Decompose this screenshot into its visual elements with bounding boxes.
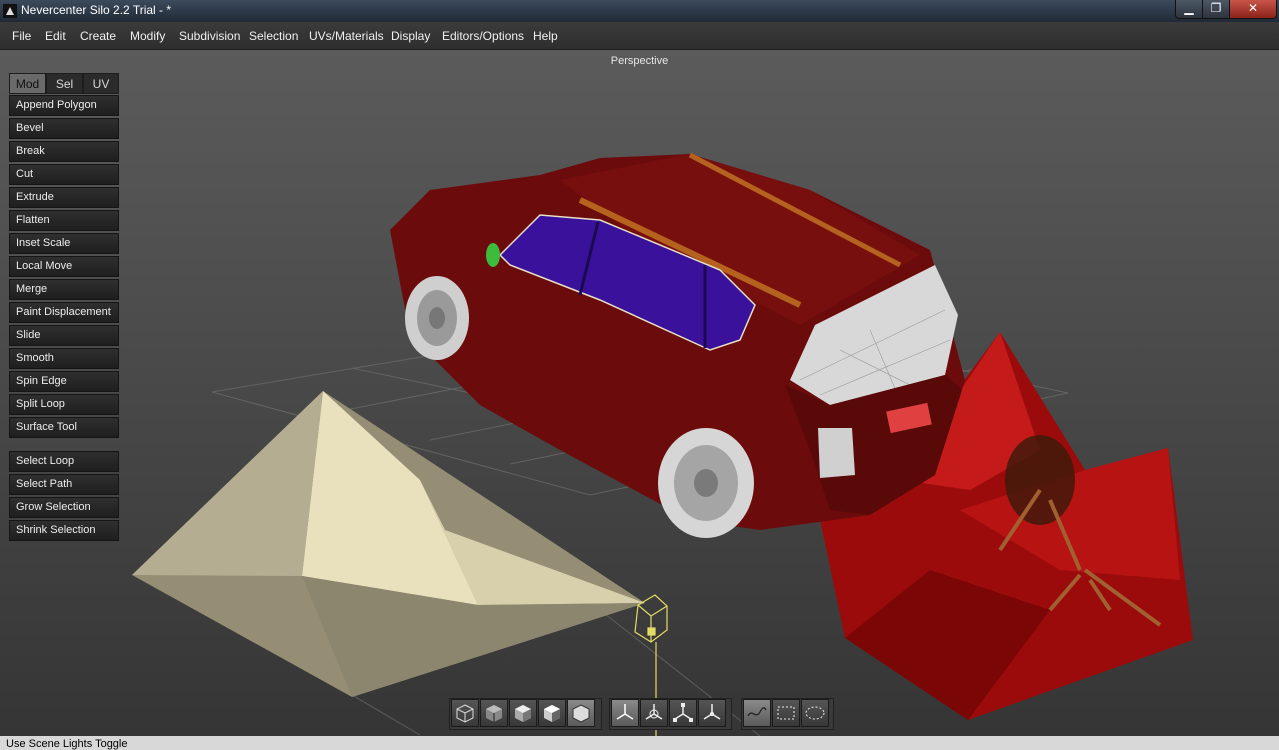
grow-selection-button[interactable]: Grow Selection bbox=[9, 497, 119, 518]
menu-file[interactable]: File bbox=[12, 29, 31, 43]
perspective-viewport[interactable]: Perspective bbox=[0, 50, 1279, 736]
spin-edge-button[interactable]: Spin Edge bbox=[9, 371, 119, 392]
status-bar: Use Scene Lights Toggle bbox=[0, 736, 1279, 750]
menu-editors-options[interactable]: Editors/Options bbox=[442, 29, 524, 43]
menu-help[interactable]: Help bbox=[533, 29, 558, 43]
smooth-cube-icon[interactable] bbox=[538, 699, 566, 727]
inset-scale-button[interactable]: Inset Scale bbox=[9, 233, 119, 254]
flatten-button[interactable]: Flatten bbox=[9, 210, 119, 231]
slide-button[interactable]: Slide bbox=[9, 325, 119, 346]
close-button[interactable]: ✕ bbox=[1229, 0, 1277, 19]
merge-button[interactable]: Merge bbox=[9, 279, 119, 300]
shrink-selection-button[interactable]: Shrink Selection bbox=[9, 520, 119, 541]
mode-tabs: Mod Sel UV bbox=[9, 73, 119, 94]
cut-button[interactable]: Cut bbox=[9, 164, 119, 185]
local-move-button[interactable]: Local Move bbox=[9, 256, 119, 277]
select-path-button[interactable]: Select Path bbox=[9, 474, 119, 495]
scene-render bbox=[132, 152, 1193, 736]
bevel-button[interactable]: Bevel bbox=[9, 118, 119, 139]
rotate-manipulator-icon[interactable] bbox=[640, 699, 668, 727]
scale-manipulator-icon[interactable] bbox=[669, 699, 697, 727]
flat-cube-icon[interactable] bbox=[480, 699, 508, 727]
tab-mod[interactable]: Mod bbox=[9, 73, 46, 94]
menu-subdivision[interactable]: Subdivision bbox=[179, 29, 240, 43]
rear-wheel bbox=[658, 428, 754, 538]
menu-modify[interactable]: Modify bbox=[130, 29, 165, 43]
menu-display[interactable]: Display bbox=[391, 29, 430, 43]
front-wheel bbox=[405, 276, 469, 360]
break-button[interactable]: Break bbox=[9, 141, 119, 162]
append-polygon-button[interactable]: Append Polygon bbox=[9, 95, 119, 116]
rectangle-select-icon[interactable] bbox=[772, 699, 800, 727]
maximize-button[interactable]: ❐ bbox=[1202, 0, 1230, 19]
window-title: Nevercenter Silo 2.2 Trial - * bbox=[21, 3, 172, 17]
menu-selection[interactable]: Selection bbox=[249, 29, 298, 43]
status-text: Use Scene Lights Toggle bbox=[6, 738, 128, 750]
menu-edit[interactable]: Edit bbox=[45, 29, 66, 43]
universal-manipulator-icon[interactable] bbox=[698, 699, 726, 727]
silo-app-icon bbox=[3, 4, 17, 18]
select-loop-button[interactable]: Select Loop bbox=[9, 451, 119, 472]
shaded-cube-icon[interactable] bbox=[509, 699, 537, 727]
surface-tool-button[interactable]: Surface Tool bbox=[9, 417, 119, 438]
lasso-select-icon[interactable] bbox=[801, 699, 829, 727]
paint-select-icon[interactable] bbox=[743, 699, 771, 727]
suv-car-mesh bbox=[390, 152, 965, 538]
menu-bar: File Edit Create Modify Subdivision Sele… bbox=[0, 22, 1279, 50]
split-loop-button[interactable]: Split Loop bbox=[9, 394, 119, 415]
extrude-button[interactable]: Extrude bbox=[9, 187, 119, 208]
smooth-button[interactable]: Smooth bbox=[9, 348, 119, 369]
minimize-button[interactable]: ▁ bbox=[1175, 0, 1203, 19]
menu-uvs-materials[interactable]: UVs/Materials bbox=[309, 29, 384, 43]
menu-create[interactable]: Create bbox=[80, 29, 116, 43]
tab-uv[interactable]: UV bbox=[83, 73, 119, 94]
tab-sel[interactable]: Sel bbox=[46, 73, 83, 94]
paint-displacement-button[interactable]: Paint Displacement bbox=[9, 302, 119, 323]
hexagon-cube-icon[interactable] bbox=[567, 699, 595, 727]
move-manipulator-icon[interactable] bbox=[611, 699, 639, 727]
title-bar: Nevercenter Silo 2.2 Trial - * ▁ ❐ ✕ bbox=[0, 0, 1279, 22]
wireframe-cube-icon[interactable] bbox=[451, 699, 479, 727]
